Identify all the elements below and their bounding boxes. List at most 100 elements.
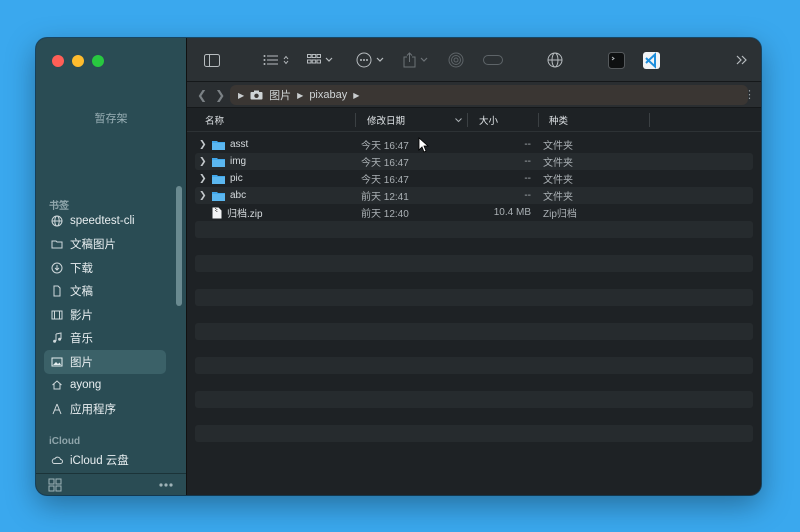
table-row[interactable]: ❯ asst 今天 16:47 -- 文件夹 xyxy=(195,136,753,153)
name-cell: ❯ abc xyxy=(199,187,246,204)
name-cell: ❯ img xyxy=(199,153,246,170)
minimize-button[interactable] xyxy=(72,55,84,67)
action-button[interactable] xyxy=(356,50,384,70)
share-button[interactable] xyxy=(403,50,428,70)
table-row[interactable]: 归档.zip 前天 12:40 10.4 MB Zip归档 xyxy=(195,204,753,221)
file-name: pic xyxy=(230,173,243,184)
file-name: asst xyxy=(230,139,249,150)
sidebar-item-movies[interactable]: 影片 xyxy=(44,303,166,327)
globe-icon xyxy=(51,215,63,227)
mouse-cursor-icon xyxy=(418,137,430,153)
name-cell: 归档.zip xyxy=(199,204,263,221)
airdrop-button[interactable] xyxy=(448,50,464,70)
file-name: 归档.zip xyxy=(227,209,263,220)
table-row[interactable]: ❯ img 今天 16:47 -- 文件夹 xyxy=(195,153,753,170)
sidebar-item-label: ayong xyxy=(70,379,102,392)
photo-icon xyxy=(51,357,63,367)
empty-row xyxy=(195,272,753,289)
breadcrumb-item-pictures[interactable]: 图片 xyxy=(269,87,291,103)
sidebar-item-docs-pictures[interactable]: 文稿图片 xyxy=(44,233,166,257)
disclosure-triangle-icon[interactable]: ❯ xyxy=(199,156,207,167)
window-controls xyxy=(52,55,104,67)
file-name: img xyxy=(230,156,247,167)
back-icon[interactable]: ❮ xyxy=(197,88,207,102)
disclosure-triangle-icon[interactable]: ❯ xyxy=(199,139,207,150)
sidebar-item-icloud-drive[interactable]: iCloud 云盘 xyxy=(44,448,166,472)
stash-label[interactable]: 暂存架 xyxy=(36,110,186,126)
folder-icon xyxy=(212,157,225,167)
column-date[interactable]: 修改日期 xyxy=(357,108,405,132)
toolbar-overflow-button[interactable] xyxy=(736,50,748,70)
disclosure-triangle-icon[interactable]: ❯ xyxy=(199,173,207,184)
network-button[interactable] xyxy=(547,50,563,70)
name-cell: ❯ pic xyxy=(199,170,243,187)
empty-row xyxy=(195,357,753,374)
navigation-arrows: ❮ ❯ xyxy=(197,88,225,102)
section-icloud: iCloud xyxy=(49,436,81,447)
file-name: abc xyxy=(230,190,247,201)
column-name[interactable]: 名称 xyxy=(205,108,224,132)
table-row[interactable]: ❯ abc 前天 12:41 -- 文件夹 xyxy=(195,187,753,204)
tag-button[interactable] xyxy=(483,50,503,70)
zip-file-icon xyxy=(212,207,222,218)
column-divider[interactable] xyxy=(355,113,356,127)
sidebar-icloud-list: iCloud 云盘 xyxy=(44,448,166,472)
vertical-ellipsis-icon[interactable]: ⋮ xyxy=(744,88,755,101)
sidebar-bottom-bar xyxy=(36,473,186,495)
zoom-button[interactable] xyxy=(92,55,104,67)
folder-icon xyxy=(51,240,63,249)
sidebar-toggle-button[interactable] xyxy=(204,50,220,70)
column-kind[interactable]: 种类 xyxy=(539,108,568,132)
airdrop-icon xyxy=(448,52,464,68)
sidebar-item-label: 文稿 xyxy=(70,286,93,299)
empty-row xyxy=(195,408,753,425)
forward-icon[interactable]: ❯ xyxy=(215,88,225,102)
sidebar-item-music[interactable]: 音乐 xyxy=(44,327,166,351)
camera-icon xyxy=(250,90,263,100)
tag-icon xyxy=(483,55,503,65)
size-cell: -- xyxy=(524,139,531,150)
triangle-right-icon: ▶ xyxy=(297,90,304,100)
column-divider[interactable] xyxy=(649,113,650,127)
empty-row xyxy=(195,374,753,391)
sidebar-item-label: iCloud 云盘 xyxy=(70,454,129,467)
sidebar-item-home[interactable]: ayong xyxy=(44,374,166,398)
sidebar-item-label: 应用程序 xyxy=(70,403,116,416)
sidebar-item-documents[interactable]: 文稿 xyxy=(44,280,166,304)
file-list: ❯ asst 今天 16:47 -- 文件夹 ❯ img 今天 16:47 --… xyxy=(187,132,761,495)
music-icon xyxy=(53,332,62,343)
sidebar-item-applications[interactable]: 应用程序 xyxy=(44,397,166,421)
sort-chevron-down-icon[interactable] xyxy=(455,118,462,123)
triangle-right-icon: ▶ xyxy=(238,90,245,100)
kind-cell: 文件夹 xyxy=(543,175,573,186)
sidebar-scrollbar[interactable] xyxy=(176,186,182,306)
sidebar-item-downloads[interactable]: 下载 xyxy=(44,256,166,280)
toolbar xyxy=(187,38,761,82)
empty-row xyxy=(195,340,753,357)
kind-cell: Zip归档 xyxy=(543,209,577,220)
empty-row xyxy=(195,289,753,306)
sidebar: 暂存架 书签 speedtest-cli 文稿图片 下载 文稿 影片 音乐 图片… xyxy=(36,38,187,495)
sidebar-item-label: speedtest-cli xyxy=(70,214,135,227)
empty-row xyxy=(195,221,753,238)
grid-icon[interactable] xyxy=(48,478,62,492)
disclosure-triangle-icon[interactable]: ❯ xyxy=(199,190,207,201)
view-list-button[interactable] xyxy=(263,50,289,70)
more-icon[interactable] xyxy=(158,482,174,488)
column-divider[interactable] xyxy=(467,113,468,127)
empty-row xyxy=(195,306,753,323)
sidebar-item-speedtest[interactable]: speedtest-cli xyxy=(44,209,166,233)
breadcrumb-item-pixabay[interactable]: pixabay xyxy=(309,89,347,101)
path-bar: ❮ ❯ ▶ 图片 ▶ pixabay ▶ ⋮ xyxy=(187,82,761,108)
close-button[interactable] xyxy=(52,55,64,67)
terminal-button[interactable] xyxy=(608,50,625,70)
vscode-button[interactable] xyxy=(643,50,660,70)
sidebar-item-label: 音乐 xyxy=(70,333,93,346)
sidebar-item-label: 影片 xyxy=(70,309,93,322)
group-button[interactable] xyxy=(307,50,333,70)
terminal-icon xyxy=(608,51,625,69)
date-cell: 今天 16:47 xyxy=(361,175,409,186)
sidebar-item-pictures[interactable]: 图片 xyxy=(44,350,166,374)
column-size[interactable]: 大小 xyxy=(469,108,498,132)
table-row[interactable]: ❯ pic 今天 16:47 -- 文件夹 xyxy=(195,170,753,187)
